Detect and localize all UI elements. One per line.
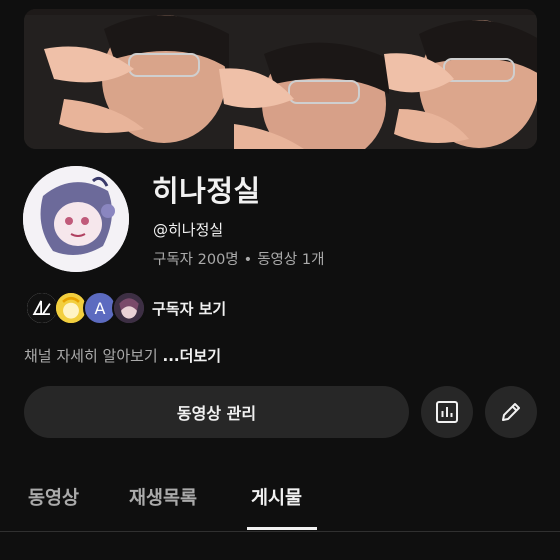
channel-handle: @히나정실: [153, 221, 224, 239]
analytics-button[interactable]: [421, 386, 473, 438]
video-count: 동영상 1개: [257, 252, 325, 268]
tab-playlists[interactable]: 재생목록: [129, 484, 197, 510]
edit-channel-button[interactable]: [485, 386, 537, 438]
stats-separator: •: [243, 252, 253, 268]
channel-banner: [24, 9, 537, 149]
tab-videos[interactable]: 동영상: [28, 484, 79, 510]
subscriber-avatars[interactable]: A: [25, 291, 146, 325]
about-text: 채널 자세히 알아보기: [24, 347, 163, 365]
channel-avatar[interactable]: [23, 166, 129, 272]
tabs-divider: [0, 531, 560, 532]
active-tab-indicator: [247, 527, 317, 530]
channel-about[interactable]: 채널 자세히 알아보기 ...더보기: [24, 345, 221, 366]
bar-chart-icon: [436, 401, 458, 423]
channel-stats: 구독자 200명 • 동영상 1개: [153, 248, 324, 269]
channel-name: 히나정실: [152, 174, 261, 208]
banner-image: [24, 9, 537, 149]
avatar-image: [23, 166, 129, 272]
subscriber-count: 구독자 200명: [153, 252, 239, 268]
tab-posts[interactable]: 게시물: [251, 484, 302, 510]
view-subscribers-link[interactable]: 구독자 보기: [152, 298, 226, 319]
subscriber-avatar-character: [112, 291, 146, 325]
manage-videos-button[interactable]: 동영상 관리: [24, 386, 409, 438]
more-link[interactable]: ...더보기: [163, 347, 222, 365]
channel-tabs: 동영상 재생목록 게시물: [0, 470, 560, 532]
pencil-icon: [502, 403, 520, 421]
